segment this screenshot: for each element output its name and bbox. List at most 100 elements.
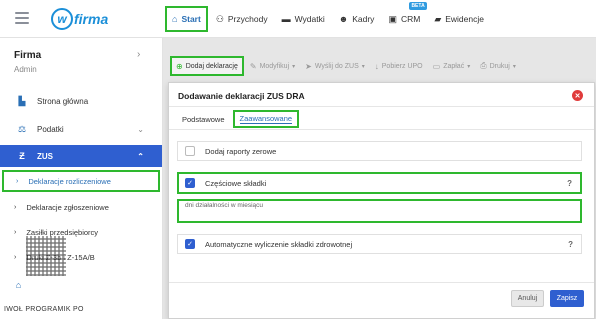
nav-label: Ewidencje <box>445 14 484 24</box>
auto-health-calc-label: Automatyczne wyliczenie składki zdrowotn… <box>205 239 353 249</box>
beta-badge: BETA <box>409 2 427 10</box>
users-icon: ☻ <box>338 14 349 24</box>
button-label: Wyślij do ZUS <box>314 62 359 70</box>
sidebar-item-podatki[interactable]: ⚖ Podatki ⌄ <box>0 118 162 140</box>
home-stats-icon: ▙ <box>18 95 26 106</box>
nav-kadry[interactable]: ☻ Kadry <box>333 6 381 32</box>
sidebar-item-label: Strona główna <box>37 96 89 106</box>
logo-text: firma <box>74 11 109 27</box>
divider <box>169 282 594 283</box>
modal-title: Dodawanie deklaracji ZUS DRA <box>178 91 305 101</box>
chevron-right-icon: › <box>14 203 17 211</box>
sidebar-sub-deklaracje-zgloszeniowe[interactable]: › Deklaracje zgłoszeniowe <box>0 196 162 218</box>
auto-health-calc-checkbox[interactable]: ✓ <box>185 239 195 249</box>
nav-crm[interactable]: ▣ CRM BETA <box>382 2 427 32</box>
sidebar-sub-druki[interactable]: › Druki Z-3b i Z-15A/B <box>0 246 162 268</box>
logo[interactable]: w firma <box>51 8 108 30</box>
add-declaration-modal: Dodawanie deklaracji ZUS DRA ✕ Podstawow… <box>168 82 595 319</box>
button-label: Drukuj <box>489 62 510 70</box>
close-icon[interactable]: ✕ <box>572 90 583 101</box>
zero-reports-row[interactable]: Dodaj raporty zerowe <box>177 141 582 161</box>
business-days-field[interactable]: dni działalności w miesiącu <box>177 199 582 223</box>
button-label: Modyfikuj <box>259 62 290 70</box>
download-icon: ↓ <box>374 61 379 71</box>
caret-down-icon: ▾ <box>512 63 516 70</box>
zus-icon: Ƶ <box>19 151 25 161</box>
company-role: Admin <box>14 65 37 74</box>
modal-tabs: Podstawowe Zaawansowane <box>177 110 300 128</box>
print-button[interactable]: ⎙ Drukuj ▾ <box>476 56 520 76</box>
chevron-right-icon: › <box>14 228 17 236</box>
main-nav: ⌂ Start ⚇ Przychody ▬ Wydatki ☻ Kadry ▣ … <box>165 2 492 32</box>
scale-icon: ⚖ <box>17 123 27 134</box>
sidebar-item-zus[interactable]: Ƶ ZUS ⌃ <box>0 145 162 167</box>
nav-label: Kadry <box>352 14 375 24</box>
tab-label: Zaawansowane <box>239 114 293 124</box>
chevron-up-icon: ⌃ <box>137 151 144 161</box>
business-days-label: dni działalności w miesiącu <box>185 202 264 209</box>
nav-ewidencje[interactable]: ▰ Ewidencje <box>428 6 490 32</box>
tab-advanced[interactable]: Zaawansowane <box>232 110 300 128</box>
chevron-right-icon[interactable]: › <box>137 49 140 60</box>
modify-button[interactable]: ✎ Modyfikuj ▾ <box>246 56 299 76</box>
send-to-zus-button[interactable]: ➤ Wyślij do ZUS ▾ <box>301 56 369 76</box>
button-label: Zapłać <box>443 62 465 70</box>
plus-circle-icon: ⊕ <box>176 61 183 71</box>
help-icon[interactable]: ? <box>567 179 572 188</box>
help-icon[interactable]: ? <box>568 240 573 249</box>
caret-down-icon: ▾ <box>361 63 365 70</box>
company-name: Firma <box>14 50 42 61</box>
sidebar-item-label: Podatki <box>37 124 64 134</box>
caret-down-icon: ▾ <box>467 63 471 70</box>
bank-icon[interactable]: ⌂ <box>0 274 30 296</box>
top-bar: w firma ⌂ Start ⚇ Przychody ▬ Wydatki ☻ … <box>0 0 596 38</box>
nav-label: Przychody <box>227 14 268 24</box>
chevron-down-icon: ⌄ <box>137 124 144 134</box>
tab-basic[interactable]: Podstawowe <box>177 110 230 128</box>
sidebar-sub-label: Deklaracje rozliczeniowe <box>28 176 111 186</box>
partial-contributions-row[interactable]: ✓ Częściowe składki ? <box>177 172 582 194</box>
hamburger-menu-icon[interactable] <box>15 12 29 24</box>
sidebar: Firma Admin › ▙ Strona główna ⚖ Podatki … <box>0 38 163 319</box>
nav-wydatki[interactable]: ▬ Wydatki <box>276 6 331 32</box>
company-switcher[interactable]: Firma Admin <box>14 50 41 74</box>
add-declaration-button[interactable]: ⊕ Dodaj deklarację <box>170 56 244 76</box>
sidebar-item-home[interactable]: ▙ Strona główna <box>0 90 162 112</box>
logo-mark: w <box>51 8 73 30</box>
button-label: Pobierz UPO <box>381 62 423 70</box>
chevron-right-icon: › <box>16 177 19 185</box>
person-icon: ⚇ <box>215 13 224 24</box>
cancel-button[interactable]: Anuluj <box>511 290 544 307</box>
partial-contributions-checkbox[interactable]: ✓ <box>185 178 195 188</box>
nav-label: Wydatki <box>294 14 325 24</box>
crm-icon: ▣ <box>388 13 397 24</box>
print-icon: ⎙ <box>480 61 487 70</box>
watermark-text: IWOŁ PROGRAMIK PO <box>4 306 84 313</box>
sidebar-sub-zasilki[interactable]: › Zasiłki przedsiębiorcy <box>0 221 162 243</box>
nav-start[interactable]: ⌂ Start <box>165 6 208 32</box>
sidebar-sub-deklaracje-rozliczeniowe[interactable]: › Deklaracje rozliczeniowe <box>2 170 160 192</box>
caret-down-icon: ▾ <box>292 63 296 70</box>
home-icon: ⌂ <box>172 14 178 24</box>
money-icon: ▭ <box>432 61 441 71</box>
chevron-right-icon: › <box>14 253 17 261</box>
nav-przychody[interactable]: ⚇ Przychody <box>210 6 274 32</box>
button-label: Dodaj deklarację <box>185 62 238 70</box>
save-button[interactable]: Zapisz <box>550 290 584 307</box>
pay-button[interactable]: ▭ Zapłać ▾ <box>429 56 475 76</box>
auto-health-calc-row[interactable]: ✓ Automatyczne wyliczenie składki zdrowo… <box>177 234 582 254</box>
divider <box>169 129 594 130</box>
partial-contributions-label: Częściowe składki <box>205 178 267 188</box>
nav-label: CRM <box>400 14 421 24</box>
sidebar-sub-label: Deklaracje zgłoszeniowe <box>26 202 109 212</box>
zero-reports-checkbox[interactable] <box>185 146 195 156</box>
watermark-qr <box>26 236 66 276</box>
toolbar: ⊕ Dodaj deklarację ✎ Modyfikuj ▾ ➤ Wyśli… <box>170 56 522 76</box>
zero-reports-label: Dodaj raporty zerowe <box>205 146 277 156</box>
edit-icon: ✎ <box>249 61 257 71</box>
download-upo-button[interactable]: ↓ Pobierz UPO <box>371 56 427 76</box>
divider <box>169 106 594 107</box>
sidebar-item-label: ZUS <box>37 151 53 161</box>
folder-icon: ▰ <box>434 13 442 24</box>
nav-label: Start <box>181 14 201 24</box>
